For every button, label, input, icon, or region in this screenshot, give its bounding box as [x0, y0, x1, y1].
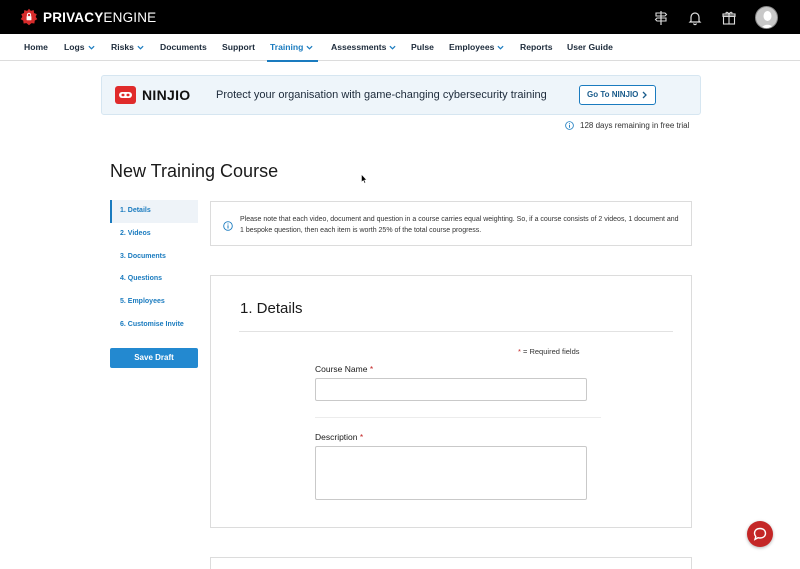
trial-status: 128 days remaining in free trial	[565, 121, 689, 130]
gift-icon[interactable]	[721, 10, 737, 26]
step-label: 3. Documents	[120, 252, 166, 260]
course-steps: 1. Details 2. Videos 3. Documents 4. Que…	[110, 200, 198, 337]
nav-item-home[interactable]: Home	[24, 34, 48, 61]
next-section-card	[210, 557, 692, 569]
required-fields-note: * = Required fields	[518, 347, 580, 356]
description-label: Description *	[315, 432, 363, 442]
step-label: 2. Videos	[120, 229, 151, 237]
required-star: *	[369, 364, 374, 374]
chevron-down-icon	[497, 45, 504, 50]
banner-message: Protect your organisation with game-chan…	[216, 89, 547, 101]
ninjio-logo: NINJIO	[115, 86, 190, 104]
privacyengine-logo[interactable]: PRIVACYENGINE	[20, 8, 156, 26]
chat-bubble-icon	[753, 527, 767, 541]
nav-label: Assessments	[331, 42, 387, 52]
nav-label: Employees	[449, 42, 495, 52]
top-icons	[653, 6, 778, 29]
ninjio-banner: NINJIO Protect your organisation with ga…	[101, 75, 701, 115]
ninjio-logo-text: NINJIO	[142, 87, 191, 103]
info-icon	[223, 221, 233, 231]
nav-label: User Guide	[567, 42, 613, 52]
top-bar: PRIVACYENGINE	[0, 0, 800, 34]
mouse-cursor-icon	[361, 174, 367, 184]
nav-label: Home	[24, 42, 48, 52]
chat-button[interactable]	[747, 521, 773, 547]
nav-item-pulse[interactable]: Pulse	[411, 34, 434, 61]
details-form-card: 1. Details * = Required fields Course Na…	[210, 275, 692, 528]
nav-item-training[interactable]: Training	[266, 34, 319, 62]
course-name-input[interactable]	[315, 378, 587, 401]
section-title: 1. Details	[240, 300, 303, 317]
nav-label: Training	[270, 42, 304, 52]
step-questions[interactable]: 4. Questions	[110, 268, 198, 291]
description-textarea[interactable]	[315, 446, 587, 500]
trial-text: 128 days remaining in free trial	[580, 121, 690, 130]
nav-item-logs[interactable]: Logs	[64, 34, 95, 61]
chevron-down-icon	[137, 45, 144, 50]
info-icon	[565, 121, 574, 130]
nav-item-user-guide[interactable]: User Guide	[567, 34, 613, 61]
step-details[interactable]: 1. Details	[110, 200, 198, 223]
notice-text: Please note that each video, document an…	[240, 216, 679, 234]
gear-logo-icon	[20, 8, 38, 26]
nav-item-documents[interactable]: Documents	[160, 34, 207, 61]
ninjio-mask-icon	[115, 86, 136, 104]
nav-label: Documents	[160, 42, 207, 52]
step-label: 4. Questions	[120, 275, 163, 283]
nav-label: Support	[222, 42, 255, 52]
chevron-down-icon	[87, 45, 95, 50]
step-label: 5. Employees	[120, 298, 165, 306]
step-label: 6. Customise Invite	[120, 320, 184, 328]
signpost-icon[interactable]	[653, 10, 669, 26]
user-avatar[interactable]	[755, 6, 778, 29]
nav-label: Reports	[520, 42, 553, 52]
nav-label: Risks	[111, 42, 134, 52]
nav-label: Pulse	[411, 42, 434, 52]
course-name-label-text: Course Name	[315, 364, 368, 374]
step-label: 1. Details	[120, 207, 151, 214]
go-to-ninjio-label: Go To NINJIO	[587, 90, 639, 99]
bell-icon[interactable]	[687, 10, 703, 26]
page-title: New Training Course	[110, 161, 279, 181]
nav-item-risks[interactable]: Risks	[111, 34, 144, 61]
step-employees[interactable]: 5. Employees	[110, 291, 198, 314]
save-draft-button[interactable]: Save Draft	[110, 348, 198, 368]
required-star: *	[359, 432, 364, 442]
brand-name-bold: PRIVACY	[43, 9, 104, 25]
field-divider	[315, 417, 601, 418]
nav-label: Logs	[64, 42, 85, 52]
chevron-down-icon	[306, 45, 313, 50]
go-to-ninjio-button[interactable]: Go To NINJIO	[579, 85, 656, 105]
description-label-text: Description	[315, 432, 358, 442]
user-silhouette-icon	[761, 11, 774, 28]
chevron-down-icon	[389, 45, 396, 50]
step-documents[interactable]: 3. Documents	[110, 246, 198, 269]
required-note-text: = Required fields	[520, 347, 580, 356]
brand-name-light: ENGINE	[103, 9, 157, 25]
nav-item-reports[interactable]: Reports	[520, 34, 552, 61]
nav-item-assessments[interactable]: Assessments	[331, 34, 396, 61]
main-nav: Home Logs Risks Documents Support Traini…	[0, 34, 800, 62]
nav-item-employees[interactable]: Employees	[449, 34, 504, 61]
weighting-notice: Please note that each video, document an…	[210, 201, 692, 246]
step-customise-invite[interactable]: 6. Customise Invite	[110, 314, 198, 337]
section-divider	[239, 331, 673, 332]
nav-item-support[interactable]: Support	[222, 34, 255, 61]
course-name-label: Course Name *	[315, 364, 373, 374]
step-videos[interactable]: 2. Videos	[110, 223, 198, 246]
chevron-right-icon	[642, 91, 647, 99]
